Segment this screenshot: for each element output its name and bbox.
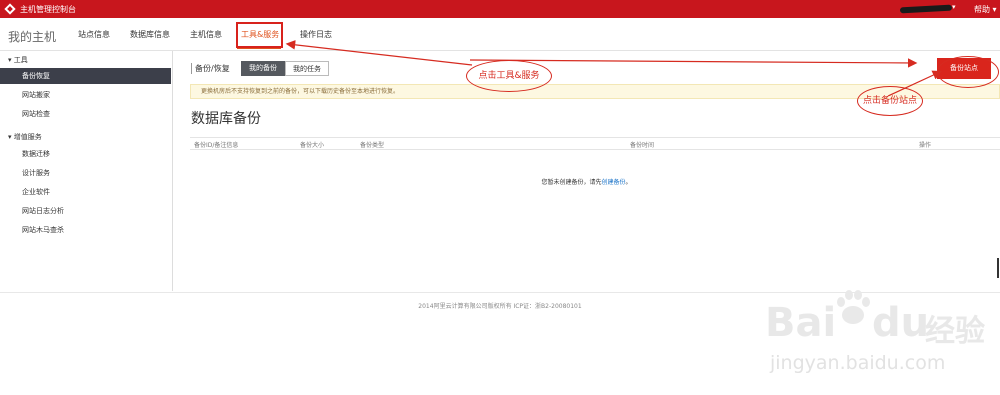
watermark-bai: Bai (765, 300, 837, 346)
help-menu[interactable]: 帮助 ▾ (974, 4, 997, 15)
tab-site-info[interactable]: 站点信息 (78, 29, 110, 40)
watermark-jingyan: 经验 (925, 314, 985, 349)
sidebar-group-value-added-label: 增值服务 (13, 133, 42, 141)
sidebar-item-design-service[interactable]: 设计服务 (0, 165, 171, 181)
sidebar-item-site-move[interactable]: 网站搬家 (0, 87, 171, 103)
aliyun-logo-icon (4, 3, 16, 15)
empty-state: 您暂未创建备份，请先创建备份。 (173, 177, 1000, 186)
tab-my-tasks[interactable]: 我的任务 (285, 61, 329, 76)
page-title: 数据库备份 (191, 111, 261, 127)
callout-click-tools: 点击工具&服务 (466, 60, 552, 92)
col-backup-time: 备份时间 (630, 142, 655, 149)
baidu-paw-icon (837, 290, 870, 324)
sidebar-item-log-analysis[interactable]: 网站日志分析 (0, 203, 171, 219)
col-backup-size: 备份大小 (300, 142, 325, 149)
empty-state-end: 。 (625, 179, 632, 186)
table-header: 备份ID/备注信息 备份大小 备份类型 备份时间 操作 (190, 137, 1000, 150)
watermark-du: du (872, 300, 930, 346)
top-bar: 主机管理控制台 ▾ 帮助 ▾ (0, 0, 1000, 18)
col-backup-type: 备份类型 (360, 142, 385, 149)
page-brand: 我的主机 (8, 30, 57, 44)
tab-operation-log[interactable]: 操作日志 (300, 29, 332, 40)
tab-my-backups[interactable]: 我的备份 (241, 61, 285, 76)
user-dropdown-icon[interactable]: ▾ (952, 3, 956, 11)
redacted-username (899, 4, 953, 14)
empty-state-text: 您暂未创建备份，请先 (541, 179, 602, 186)
callout-click-backup: 点击备份站点 (857, 86, 923, 116)
sidebar-item-data-migration[interactable]: 数据迁移 (0, 146, 171, 162)
main-nav: 我的主机 站点信息 数据库信息 主机信息 工具&服务 操作日志 (0, 18, 1000, 51)
sidebar-item-site-check[interactable]: 网站检查 (0, 106, 171, 122)
callout-ring-backup (937, 56, 999, 88)
sidebar-group-value-added[interactable]: ▾ 增值服务 (8, 132, 42, 142)
sidebar-group-tools[interactable]: ▾ 工具 (8, 55, 28, 65)
tab-database-info[interactable]: 数据库信息 (130, 29, 170, 40)
col-actions: 操作 (919, 142, 932, 149)
console-title: 主机管理控制台 (20, 5, 76, 14)
col-backup-id: 备份ID/备注信息 (194, 142, 239, 149)
sidebar-item-enterprise-software[interactable]: 企业软件 (0, 184, 171, 200)
help-label: 帮助 (974, 5, 990, 14)
section-crumb: 备份/恢复 (191, 63, 230, 74)
tab-host-info[interactable]: 主机信息 (190, 29, 222, 40)
create-backup-link[interactable]: 创建备份 (601, 179, 625, 186)
watermark-url: jingyan.baidu.com (770, 352, 946, 374)
sidebar-group-tools-label: 工具 (13, 56, 28, 64)
sidebar-item-backup-restore[interactable]: 备份恢复 (0, 68, 171, 84)
sidebar-item-trojan-scan[interactable]: 网站木马查杀 (0, 222, 171, 238)
sidebar: ▾ 工具 备份恢复 网站搬家 网站检查 ▾ 增值服务 数据迁移 设计服务 企业软… (0, 51, 173, 291)
highlight-box (236, 22, 283, 48)
